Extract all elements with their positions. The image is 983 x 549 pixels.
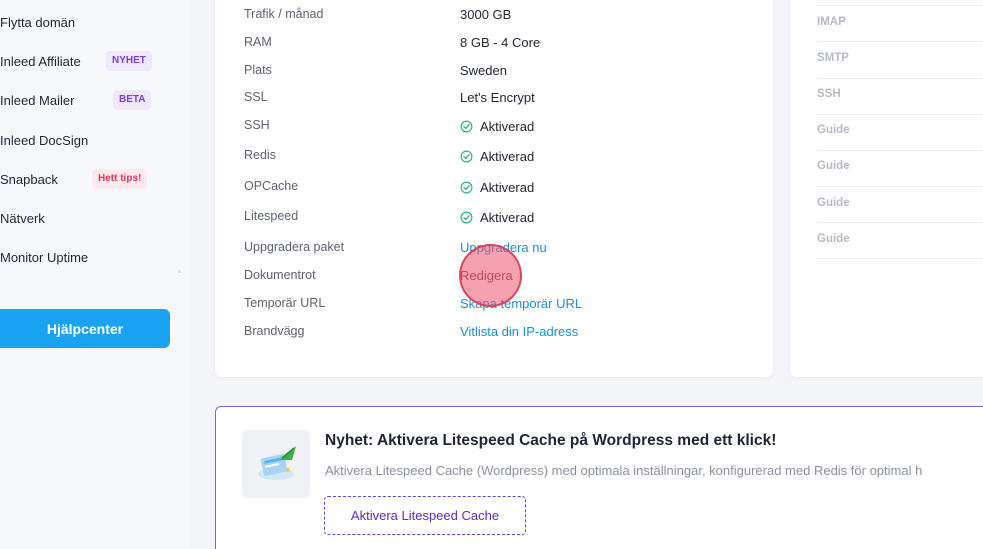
status-text: Aktiverad [480, 210, 535, 225]
row-value-traffic: 3000 GB [460, 7, 512, 22]
divider [817, 150, 983, 151]
ssh-link[interactable]: SSH [817, 88, 841, 100]
row-value-ssl: Let's Encrypt [460, 90, 535, 105]
tip-badge: Hett tips! [92, 169, 148, 189]
row-label-temp-url: Temporär URL [244, 296, 326, 310]
row-label-upgrade: Uppgradera paket [244, 240, 345, 254]
rocket-icon [258, 446, 296, 480]
divider [817, 41, 983, 42]
edit-document-root-link[interactable]: Redigera [460, 268, 513, 283]
row-value-litespeed: Aktiverad [460, 210, 534, 225]
sidebar-item-label: Flytta domän [0, 14, 76, 30]
row-label-firewall: Brandvägg [244, 324, 305, 338]
check-circle-icon [460, 211, 473, 224]
sidebar-item-label: Monitor Uptime [0, 249, 89, 265]
sidebar-item-label: Inleed Mailer [0, 92, 75, 108]
smtp-link[interactable]: SMTP [817, 52, 849, 64]
guide-link[interactable]: Guide [817, 197, 850, 209]
sidebar-item-label: Inleed DocSign [0, 132, 89, 148]
sidebar: Flytta domän Inleed Affiliate NYHET Inle… [0, 0, 190, 549]
sidebar-item-label: Snapback [0, 171, 58, 187]
divider [817, 222, 983, 223]
row-value-ram: 8 GB - 4 Core [460, 35, 541, 50]
guide-link[interactable]: Guide [817, 160, 850, 172]
divider [817, 186, 983, 187]
divider [817, 78, 983, 79]
row-label-document-root: Dokumentrot [244, 268, 316, 282]
activate-litespeed-cache-button[interactable]: Aktivera Litespeed Cache [324, 496, 526, 535]
sidebar-item-monitor-uptime[interactable]: Monitor Uptime [0, 245, 88, 269]
row-label-location: Plats [244, 63, 272, 77]
sidebar-item-label: Inleed Affiliate [0, 53, 81, 69]
litespeed-illustration [242, 430, 310, 498]
guide-link[interactable]: Guide [817, 124, 850, 136]
status-text: Aktiverad [480, 149, 535, 164]
upgrade-now-link[interactable]: Uppgradera nu [460, 240, 547, 255]
status-text: Aktiverad [480, 119, 535, 134]
row-value-redis: Aktiverad [460, 149, 534, 164]
guide-link[interactable]: Guide [817, 233, 850, 245]
sidebar-item-inleed-docsign[interactable]: Inleed DocSign [0, 128, 88, 152]
check-circle-icon [460, 150, 473, 163]
check-circle-icon [460, 120, 473, 133]
divider [817, 5, 983, 6]
create-temp-url-link[interactable]: Skapa temporär URL [460, 296, 582, 311]
sidebar-item-flytta-doman[interactable]: Flytta domän [0, 10, 75, 34]
imap-link[interactable]: IMAP [817, 16, 846, 28]
beta-badge: BETA [113, 90, 152, 110]
sidebar-item-label: Nätverk [0, 210, 45, 226]
row-label-ssl: SSL [244, 90, 268, 104]
help-center-button[interactable]: Hjälpcenter [0, 309, 170, 348]
row-label-traffic: Trafik / månad [244, 7, 324, 21]
row-value-opcache: Aktiverad [460, 180, 534, 195]
whitelist-ip-link[interactable]: Vitlista din IP-adress [460, 324, 578, 339]
row-label-litespeed: Litespeed [244, 209, 299, 223]
row-label-redis: Redis [244, 148, 276, 162]
divider [817, 114, 983, 115]
divider [817, 258, 983, 259]
row-label-ram: RAM [244, 35, 272, 49]
sidebar-item-snapback[interactable]: Snapback [0, 167, 58, 191]
sidebar-item-inleed-mailer[interactable]: Inleed Mailer [0, 88, 74, 112]
row-label-ssh: SSH [244, 118, 270, 132]
divider-dot [178, 270, 181, 273]
new-badge: NYHET [106, 51, 152, 71]
row-value-ssh: Aktiverad [460, 119, 534, 134]
promo-description: Aktivera Litespeed Cache (Wordpress) med… [325, 463, 923, 478]
row-label-opcache: OPCache [244, 179, 299, 193]
row-value-location: Sweden [460, 63, 507, 78]
sidebar-item-inleed-affiliate[interactable]: Inleed Affiliate [0, 49, 81, 73]
sidebar-item-natverk[interactable]: Nätverk [0, 206, 45, 230]
status-text: Aktiverad [480, 180, 535, 195]
check-circle-icon [460, 181, 473, 194]
promo-title: Nyhet: Aktivera Litespeed Cache på Wordp… [325, 432, 777, 449]
